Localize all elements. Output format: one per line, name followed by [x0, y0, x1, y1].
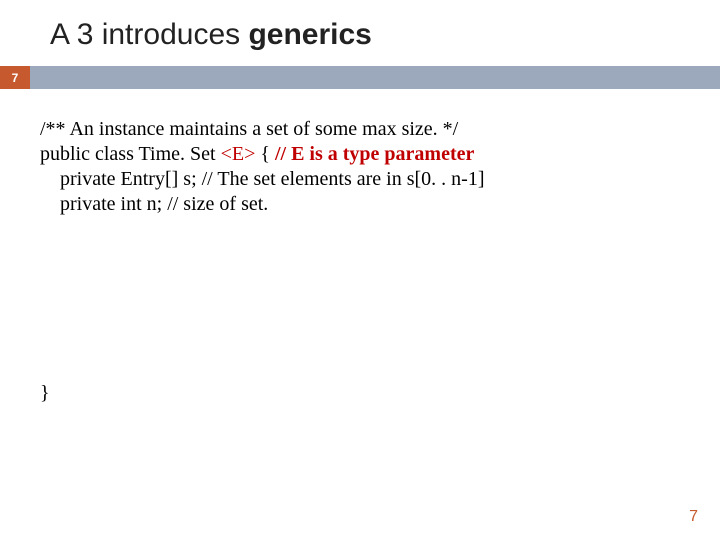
code-line-2: public class Time. Set <E> { // E is a t…	[40, 142, 680, 167]
footer-page-number: 7	[689, 508, 698, 526]
code-line-1: /** An instance maintains a set of some …	[40, 117, 680, 142]
code-generic-param: <E>	[221, 143, 261, 165]
code-line-2-brace: {	[260, 143, 275, 165]
header-bar-fill	[30, 66, 720, 89]
code-block: /** An instance maintains a set of some …	[0, 89, 720, 217]
slide: A 3 introduces generics 7 /** An instanc…	[0, 0, 720, 540]
code-line-4: private int n; // size of set.	[40, 192, 680, 217]
title-prefix: A 3 introduces	[50, 18, 248, 51]
code-line-2a: public class Time. Set	[40, 143, 221, 165]
code-line-2-comment: // E is a type parameter	[275, 143, 474, 165]
slide-title: A 3 introduces generics	[0, 0, 720, 66]
title-bold: generics	[248, 18, 371, 51]
code-line-3: private Entry[] s; // The set elements a…	[40, 167, 680, 192]
header-bar: 7	[0, 66, 720, 89]
code-close-brace: }	[0, 217, 720, 405]
slide-number-badge: 7	[0, 66, 30, 89]
